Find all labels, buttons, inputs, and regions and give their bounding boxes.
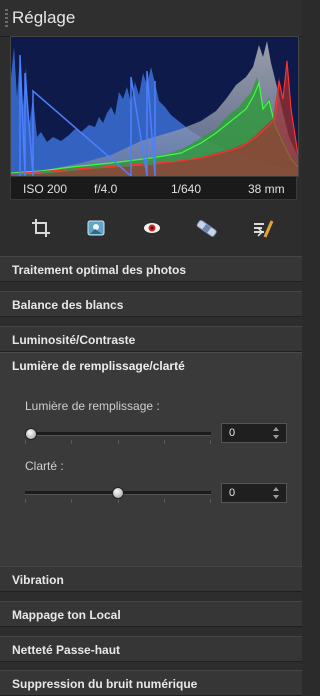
section-label: Balance des blancs bbox=[12, 298, 124, 312]
section-optimal-processing[interactable]: Traitement optimal des photos bbox=[0, 256, 302, 282]
section-fill-light-clarity: Lumière de remplissage/clarté Lumière de… bbox=[0, 352, 302, 566]
iso-value: ISO 200 bbox=[23, 182, 68, 196]
fill-light-value: 0 bbox=[229, 427, 236, 439]
tool-row bbox=[0, 208, 302, 248]
section-label: Suppression du bruit numérique bbox=[12, 677, 198, 691]
fill-light-slider[interactable] bbox=[25, 428, 211, 440]
clarity-slider[interactable] bbox=[25, 487, 211, 499]
clarity-slider-thumb[interactable] bbox=[112, 487, 124, 499]
fill-light-spinbox[interactable]: 0 bbox=[221, 423, 287, 443]
retouch-brush-icon[interactable] bbox=[250, 216, 276, 240]
adjust-panel: Réglage ISO 200 f/4.0 1/640 38 mm Traite… bbox=[0, 0, 302, 696]
panel-title: Réglage bbox=[12, 8, 76, 27]
section-label: Traitement optimal des photos bbox=[12, 263, 187, 277]
clarity-value: 0 bbox=[229, 487, 236, 499]
red-eye-icon[interactable] bbox=[139, 216, 165, 240]
spin-arrows-icon[interactable] bbox=[273, 486, 281, 500]
section-local-tone-mapping[interactable]: Mappage ton Local bbox=[0, 601, 302, 627]
section-label: Vibration bbox=[12, 573, 64, 587]
clarity-ticks bbox=[25, 499, 211, 503]
section-brightness-contrast[interactable]: Luminosité/Contraste bbox=[0, 326, 302, 352]
focal-length-value: 38 mm bbox=[248, 182, 285, 196]
section-white-balance[interactable]: Balance des blancs bbox=[0, 291, 302, 317]
photo-enhance-icon[interactable] bbox=[83, 216, 109, 240]
section-highpass-sharpen[interactable]: Netteté Passe-haut bbox=[0, 636, 302, 662]
section-label: Mappage ton Local bbox=[12, 608, 121, 622]
crop-icon[interactable] bbox=[28, 216, 54, 240]
spot-heal-icon[interactable] bbox=[194, 216, 220, 240]
clarity-spinbox[interactable]: 0 bbox=[221, 483, 287, 503]
shutter-value: 1/640 bbox=[171, 182, 202, 196]
fill-light-ticks bbox=[25, 440, 211, 444]
section-fill-light-title[interactable]: Lumière de remplissage/clarté bbox=[12, 359, 185, 373]
section-vibrance[interactable]: Vibration bbox=[0, 566, 302, 592]
exif-bar: ISO 200 f/4.0 1/640 38 mm bbox=[10, 176, 297, 200]
fill-light-slider-thumb[interactable] bbox=[25, 428, 37, 440]
histogram bbox=[10, 36, 299, 177]
panel-header: Réglage bbox=[0, 0, 302, 37]
section-noise-reduction[interactable]: Suppression du bruit numérique bbox=[0, 670, 302, 696]
spin-arrows-icon[interactable] bbox=[273, 426, 281, 440]
clarity-label: Clarté : bbox=[25, 459, 64, 473]
drag-grip-icon[interactable] bbox=[5, 9, 8, 29]
section-label: Netteté Passe-haut bbox=[12, 643, 121, 657]
aperture-value: f/4.0 bbox=[94, 182, 118, 196]
fill-light-label: Lumière de remplissage : bbox=[25, 399, 160, 413]
section-label: Luminosité/Contraste bbox=[12, 333, 136, 347]
